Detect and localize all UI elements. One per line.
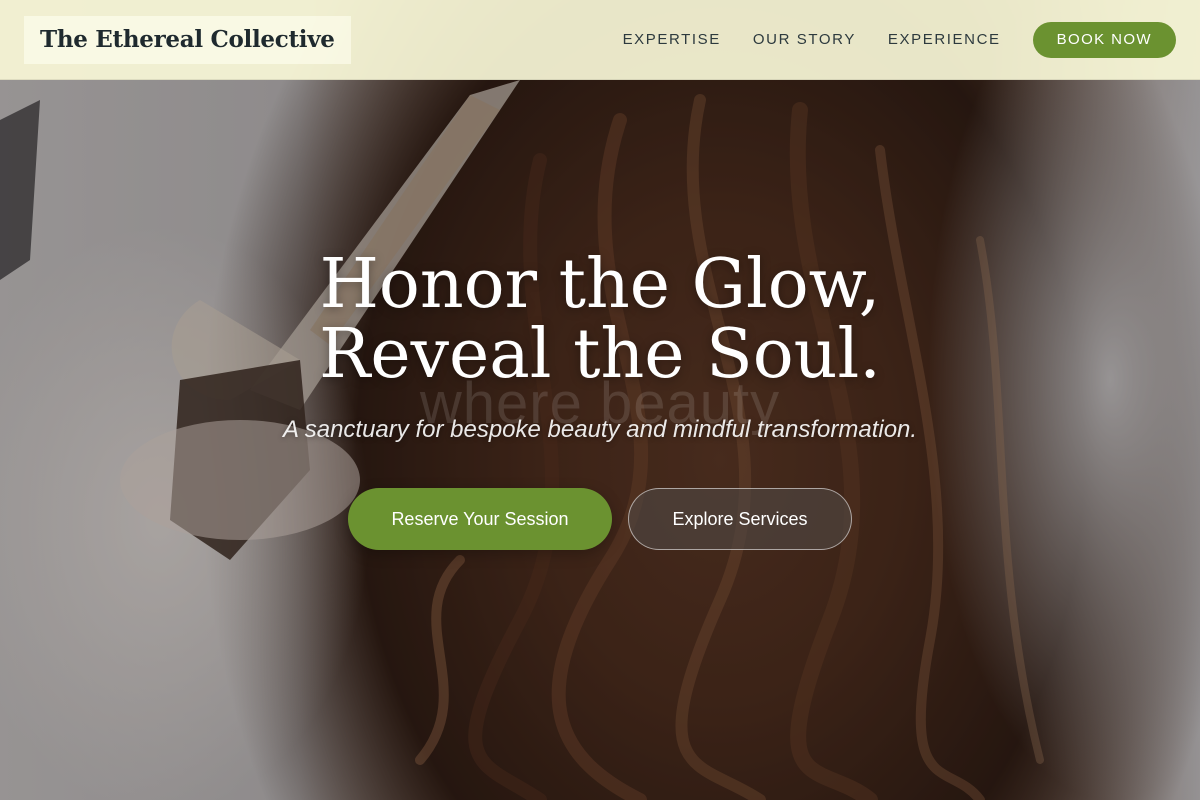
nav-link-our-story[interactable]: OUR STORY bbox=[753, 31, 856, 48]
hero-title: Honor the Glow, Reveal the Soul. bbox=[0, 250, 1200, 390]
cta-row: Reserve Your Session Explore Services bbox=[0, 488, 1200, 550]
nav-link-experience[interactable]: EXPERIENCE bbox=[888, 31, 1001, 48]
hero-ghost-text: where beauty bbox=[419, 371, 781, 436]
brand-name: The Ethereal Collective bbox=[40, 26, 335, 53]
hero-section: where beauty Honor the Glow, Reveal the … bbox=[0, 250, 1200, 550]
brand-logo[interactable]: The Ethereal Collective bbox=[24, 15, 351, 64]
reserve-session-button[interactable]: Reserve Your Session bbox=[348, 488, 612, 550]
hero-title-line-1: Honor the Glow, bbox=[319, 245, 881, 324]
site-header: The Ethereal Collective EXPERTISE OUR ST… bbox=[0, 0, 1200, 80]
explore-services-button[interactable]: Explore Services bbox=[628, 488, 852, 550]
book-now-button[interactable]: BOOK NOW bbox=[1032, 21, 1176, 58]
nav-link-expertise[interactable]: EXPERTISE bbox=[623, 31, 721, 48]
main-nav: EXPERTISE OUR STORY EXPERIENCE BOOK NOW bbox=[591, 21, 1176, 58]
